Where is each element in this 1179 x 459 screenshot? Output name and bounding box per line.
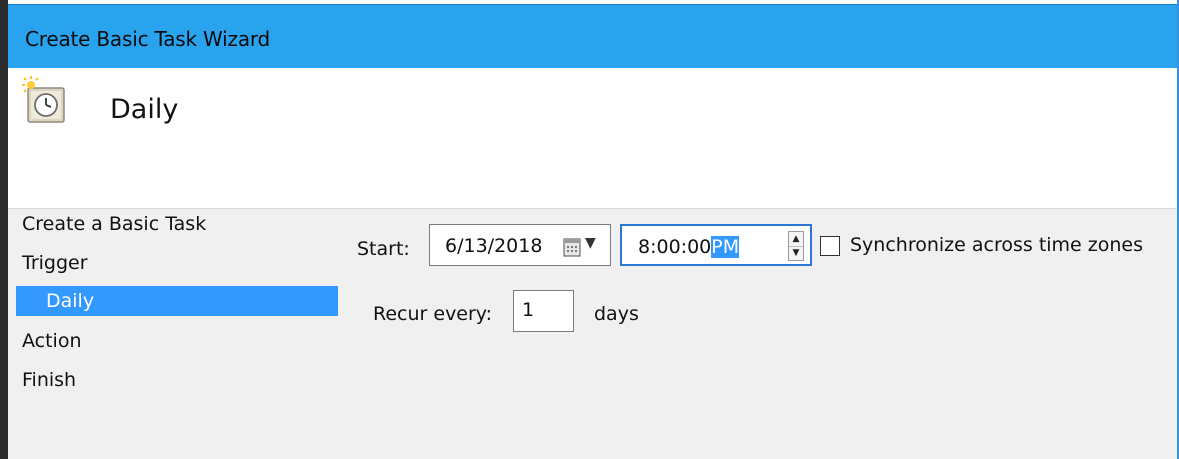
- nav-item-daily[interactable]: Daily: [16, 286, 338, 316]
- nav-item-action[interactable]: Action: [16, 326, 338, 356]
- start-date-value: 6/13/2018: [445, 235, 543, 257]
- wizard-body: Create a Basic Task Trigger Daily Action…: [8, 208, 1177, 459]
- start-time-value: 8:00:00PM: [638, 236, 740, 258]
- wizard-window: Create Basic Task Wizard Daily Create a …: [0, 0, 1179, 459]
- nav-item-finish[interactable]: Finish: [16, 365, 338, 395]
- wizard-header: Daily: [8, 68, 1177, 208]
- window-title: Create Basic Task Wizard: [25, 27, 271, 51]
- start-label: Start:: [357, 238, 410, 260]
- sync-time-zones-checkbox[interactable]: [820, 236, 840, 256]
- start-time-ampm: PM: [711, 236, 740, 258]
- start-date-picker[interactable]: 6/13/2018 ▼: [429, 224, 611, 266]
- start-time-main: 8:00:00: [638, 236, 712, 258]
- recur-every-label: Recur every:: [373, 303, 493, 325]
- spin-down-icon[interactable]: ▼: [789, 246, 803, 260]
- scheduled-task-clock-icon: [22, 76, 65, 123]
- recur-days-input[interactable]: 1: [513, 290, 574, 332]
- chevron-down-icon[interactable]: ▼: [585, 235, 596, 251]
- sync-time-zones-label[interactable]: Synchronize across time zones: [850, 234, 1143, 256]
- page-title: Daily: [110, 94, 179, 125]
- calendar-icon[interactable]: [563, 237, 581, 257]
- nav-item-trigger[interactable]: Trigger: [16, 248, 338, 278]
- wizard-steps-nav: Create a Basic Task Trigger Daily Action…: [8, 209, 340, 459]
- start-time-field[interactable]: 8:00:00PM ▲ ▼: [620, 224, 812, 266]
- title-bar[interactable]: Create Basic Task Wizard: [8, 4, 1177, 69]
- nav-item-create-basic-task[interactable]: Create a Basic Task: [16, 209, 338, 239]
- recur-unit-label: days: [594, 303, 639, 325]
- time-spinner[interactable]: ▲ ▼: [788, 231, 804, 261]
- recur-days-value: 1: [522, 299, 535, 321]
- spin-up-icon[interactable]: ▲: [789, 232, 803, 247]
